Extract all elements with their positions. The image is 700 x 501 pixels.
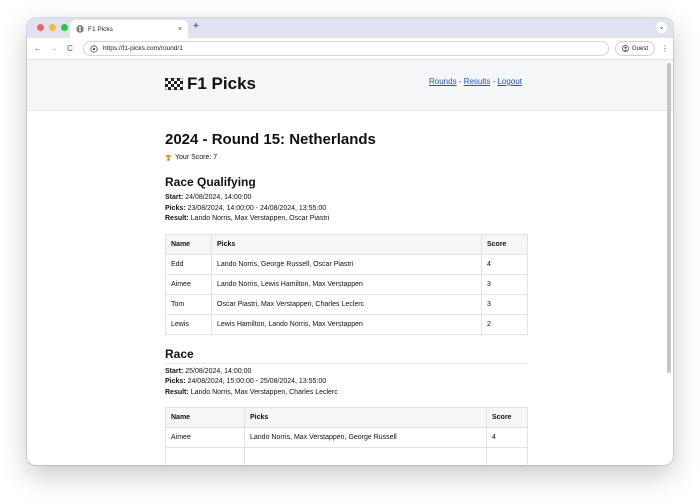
site-info-icon[interactable] bbox=[90, 44, 98, 53]
row-name: Aimee bbox=[165, 427, 245, 448]
race-result: Lando Norris, Max Verstappen, Charles Le… bbox=[190, 388, 338, 396]
table-row: Lewis Lewis Hamilton, Lando Norris, Max … bbox=[165, 313, 528, 335]
table-row: Aimee Lando Norris, Lewis Hamilton, Max … bbox=[165, 273, 528, 295]
qualifying-start: 24/08/2024, 14:00:00 bbox=[185, 194, 252, 201]
maximize-window-button[interactable] bbox=[61, 24, 68, 31]
table-row: Aimee Lando Norris, Max Verstappen, Geor… bbox=[165, 427, 528, 448]
profile-button[interactable]: Guest bbox=[614, 41, 655, 56]
column-header-score: Score bbox=[486, 407, 528, 428]
column-header-name: Name bbox=[165, 407, 245, 428]
your-score: Your Score: 7 bbox=[165, 154, 528, 161]
new-tab-button[interactable]: + bbox=[193, 22, 199, 32]
nav-separator: - bbox=[456, 77, 464, 86]
row-picks bbox=[244, 447, 487, 465]
row-picks: Lando Norris, Lewis Hamilton, Max Versta… bbox=[211, 273, 482, 295]
globe-icon bbox=[76, 25, 84, 33]
tab-search-button[interactable]: ⌄ bbox=[656, 22, 667, 33]
race-picks-window: 24/08/2024, 15:00:00 - 25/08/2024, 13:55… bbox=[187, 378, 327, 385]
row-picks: Lando Norris, George Russell, Oscar Pias… bbox=[211, 253, 482, 275]
column-header-score: Score bbox=[481, 233, 528, 255]
qualifying-title: Race Qualifying bbox=[165, 175, 256, 189]
row-picks: Oscar Piastri, Max Verstappen, Charles L… bbox=[211, 293, 482, 315]
nav-rounds-link[interactable]: Rounds bbox=[429, 77, 457, 86]
qualifying-meta: Start: 24/08/2024, 14:00:00 Picks: 23/08… bbox=[165, 193, 528, 225]
qualifying-section: Race Qualifying Start: 24/08/2024, 14:00… bbox=[165, 175, 528, 335]
browser-toolbar: ← → C https://f1-picks.com/round/1 Guest… bbox=[27, 38, 673, 60]
browser-tab[interactable]: F1 Picks × bbox=[70, 20, 188, 38]
chevron-down-icon: ⌄ bbox=[658, 24, 665, 31]
table-header-row: Name Picks Score bbox=[165, 407, 528, 428]
qualifying-result: Lando Norris, Max Verstappen, Oscar Pias… bbox=[190, 215, 330, 222]
table-header-row: Name Picks Score bbox=[165, 233, 528, 255]
row-score: 2 bbox=[481, 313, 528, 335]
tab-strip: F1 Picks × + ⌄ bbox=[27, 18, 673, 38]
result-label: Result: bbox=[165, 215, 189, 222]
tab-title: F1 Picks bbox=[88, 25, 113, 33]
row-score bbox=[486, 447, 528, 465]
row-score: 3 bbox=[481, 293, 528, 315]
score-text: Your Score: 7 bbox=[175, 154, 218, 161]
main-nav: Rounds - Results - Logout bbox=[429, 77, 522, 86]
round-content: 2024 - Round 15: Netherlands Your Score:… bbox=[165, 131, 528, 465]
reload-button[interactable]: C bbox=[65, 44, 75, 53]
minimize-window-button[interactable] bbox=[49, 24, 56, 31]
race-start: 25/08/2024, 14:00:00 bbox=[185, 367, 252, 375]
row-picks: Lewis Hamilton, Lando Norris, Max Versta… bbox=[211, 313, 482, 335]
address-bar[interactable]: https://f1-picks.com/round/1 bbox=[83, 41, 609, 56]
tab-close-button[interactable]: × bbox=[178, 26, 182, 33]
back-button[interactable]: ← bbox=[33, 44, 43, 53]
checkered-flag-icon bbox=[165, 78, 183, 90]
browser-menu-button[interactable]: ⋮ bbox=[661, 44, 669, 53]
profile-label: Guest bbox=[631, 45, 648, 52]
window-controls bbox=[37, 24, 68, 31]
nav-results-link[interactable]: Results bbox=[464, 77, 491, 86]
qualifying-table: Name Picks Score Edd Lando Norris, Georg… bbox=[165, 233, 528, 335]
table-row: Edd Lando Norris, George Russell, Oscar … bbox=[165, 253, 528, 275]
qualifying-picks-window: 23/08/2024, 14:00:00 - 24/08/2024, 13:55… bbox=[187, 204, 327, 212]
row-score: 4 bbox=[481, 253, 528, 275]
row-score: 3 bbox=[481, 273, 528, 295]
race-section: Race Start: 25/08/2024, 14:00:00 Picks: … bbox=[165, 347, 528, 465]
profile-icon bbox=[622, 45, 629, 52]
row-score: 4 bbox=[486, 427, 528, 448]
row-name: Tom bbox=[165, 293, 212, 315]
nav-logout-link[interactable]: Logout bbox=[497, 77, 521, 86]
picks-label: Picks: bbox=[165, 204, 186, 212]
row-name bbox=[165, 447, 245, 465]
column-header-name: Name bbox=[165, 233, 212, 255]
column-header-picks: Picks bbox=[244, 407, 487, 428]
column-header-picks: Picks bbox=[211, 233, 482, 255]
page-scrollbar[interactable] bbox=[667, 63, 671, 373]
url-text[interactable]: https://f1-picks.com/round/1 bbox=[103, 45, 183, 52]
table-row bbox=[165, 447, 528, 465]
table-row: Tom Oscar Piastri, Max Verstappen, Charl… bbox=[165, 293, 528, 315]
start-label: Start: bbox=[165, 194, 184, 201]
forward-button[interactable]: → bbox=[49, 44, 59, 53]
close-window-button[interactable] bbox=[37, 24, 44, 31]
site-logo[interactable]: F1 Picks bbox=[165, 74, 256, 94]
row-name: Edd bbox=[165, 253, 212, 275]
row-name: Aimee bbox=[165, 273, 212, 295]
start-label: Start: bbox=[165, 367, 184, 375]
page-viewport: F1 Picks Rounds - Results - Logout 2024 … bbox=[27, 60, 673, 465]
row-name: Lewis bbox=[165, 313, 212, 335]
race-table: Name Picks Score Aimee Lando Norris, Max… bbox=[165, 407, 528, 465]
race-title: Race bbox=[165, 347, 528, 364]
site-header: F1 Picks Rounds - Results - Logout bbox=[27, 60, 673, 111]
trophy-icon bbox=[165, 154, 172, 161]
picks-label: Picks: bbox=[165, 378, 186, 385]
site-title: F1 Picks bbox=[187, 74, 256, 93]
result-label: Result: bbox=[165, 388, 189, 396]
row-picks: Lando Norris, Max Verstappen, George Rus… bbox=[244, 427, 487, 448]
browser-window: F1 Picks × + ⌄ ← → C https://f1-picks.co… bbox=[27, 18, 673, 465]
round-title: 2024 - Round 15: Netherlands bbox=[165, 131, 376, 148]
race-meta: Start: 25/08/2024, 14:00:00 Picks: 24/08… bbox=[165, 367, 528, 399]
